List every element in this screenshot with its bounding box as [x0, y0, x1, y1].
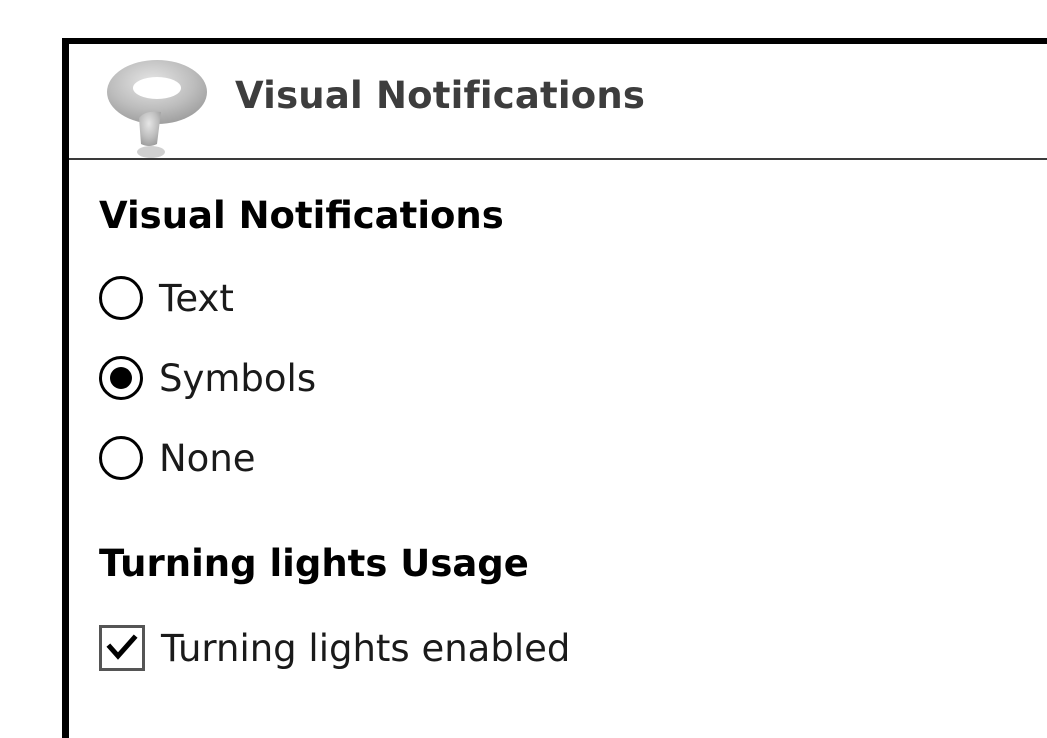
- turning-lights-label: Turning lights enabled: [161, 626, 571, 670]
- radio-option-text[interactable]: Text: [99, 270, 234, 326]
- turning-lights-checkbox[interactable]: [99, 625, 145, 671]
- window-title: Visual Notifications: [235, 74, 646, 117]
- radio-label-symbols: Symbols: [159, 356, 317, 400]
- radio-label-text: Text: [159, 276, 234, 320]
- radio-button-symbols[interactable]: [99, 356, 143, 400]
- checkmark-icon: [106, 634, 138, 660]
- radio-button-none[interactable]: [99, 436, 143, 480]
- question-mark-icon: [99, 52, 215, 160]
- visual-notifications-heading: Visual Notifications: [99, 194, 504, 237]
- radio-label-none: None: [159, 436, 256, 480]
- radio-option-symbols[interactable]: Symbols: [99, 350, 316, 406]
- settings-window: Visual Notifications Visual Notification…: [62, 38, 1047, 738]
- turning-lights-heading: Turning lights Usage: [99, 542, 529, 585]
- title-bar: Visual Notifications: [69, 44, 1047, 160]
- radio-button-text[interactable]: [99, 276, 143, 320]
- turning-lights-option[interactable]: Turning lights enabled: [99, 620, 570, 676]
- radio-option-none[interactable]: None: [99, 430, 256, 486]
